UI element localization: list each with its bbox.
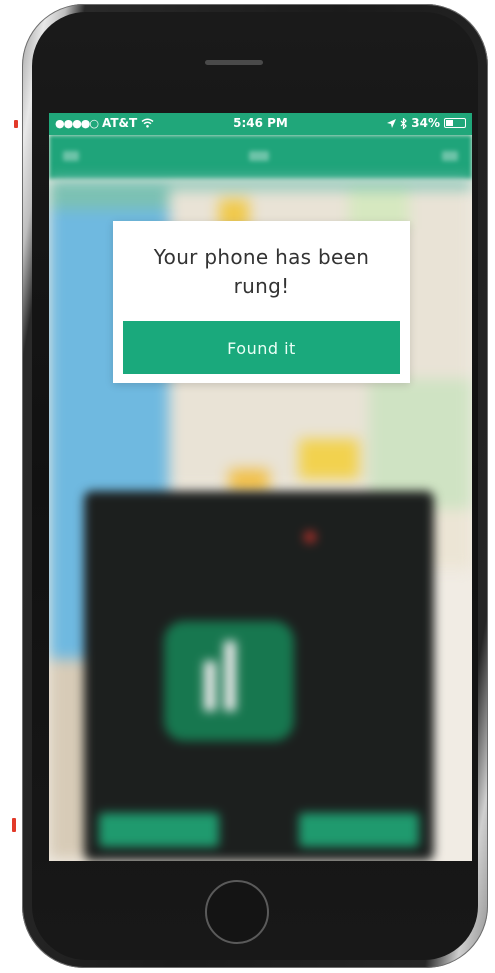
home-button[interactable] (205, 880, 269, 944)
status-bar: ●●●●○ AT&T 5:46 PM 34% (49, 113, 472, 135)
battery-percent: 34% (411, 116, 440, 130)
found-it-button[interactable]: Found it (123, 321, 400, 374)
dialog-message: Your phone has been rung! (153, 245, 370, 298)
app-header-blurred (49, 135, 472, 179)
location-arrow-icon (387, 118, 397, 128)
red-annotation-mark-bottom (12, 818, 16, 832)
battery-icon (444, 118, 466, 128)
red-annotation-mark-top (14, 120, 18, 128)
phone-screen: ●●●●○ AT&T 5:46 PM 34% Your phone has be… (49, 113, 472, 861)
ring-confirmation-dialog: Your phone has been rung! Found it (113, 221, 410, 383)
status-time: 5:46 PM (233, 116, 288, 130)
phone-card-blurred (84, 491, 434, 861)
bluetooth-icon (400, 117, 408, 129)
earpiece-speaker (205, 60, 263, 65)
